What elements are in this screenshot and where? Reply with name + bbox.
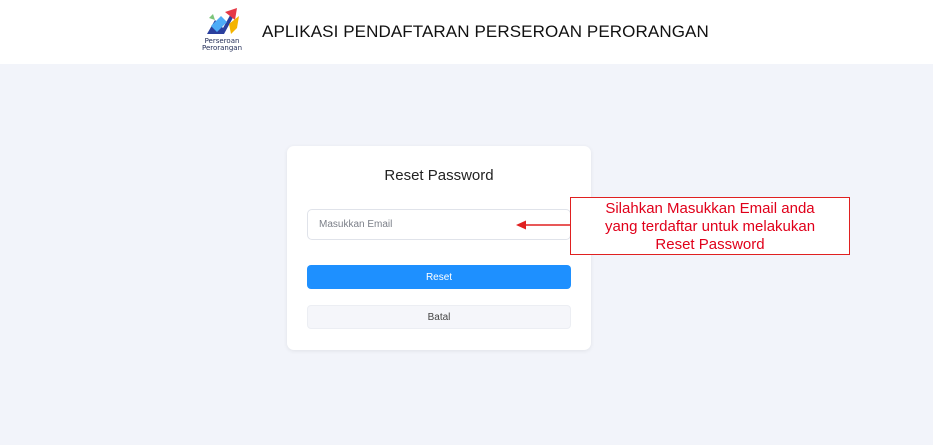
reset-password-card: Reset Password Reset Batal <box>287 146 591 350</box>
logo-text-line2: Perorangan <box>201 44 243 52</box>
annotation-line-3: Reset Password <box>655 236 765 253</box>
annotation-line-2: yang terdaftar untuk melakukan <box>604 218 816 235</box>
annotation-callout: Silahkan Masukkan Email anda yang terdaf… <box>570 197 850 255</box>
cancel-button[interactable]: Batal <box>307 305 571 329</box>
card-title: Reset Password <box>384 167 494 184</box>
arrow-left-icon <box>516 220 571 230</box>
perseroan-logo-icon <box>207 8 239 34</box>
app-logo: Perseroan Perorangan <box>199 6 245 54</box>
reset-button[interactable]: Reset <box>307 265 571 289</box>
app-header: Perseroan Perorangan APLIKASI PENDAFTARA… <box>0 0 933 64</box>
app-title: APLIKASI PENDAFTARAN PERSEROAN PERORANGA… <box>262 22 709 41</box>
annotation-line-1: Silahkan Masukkan Email anda <box>605 200 815 217</box>
